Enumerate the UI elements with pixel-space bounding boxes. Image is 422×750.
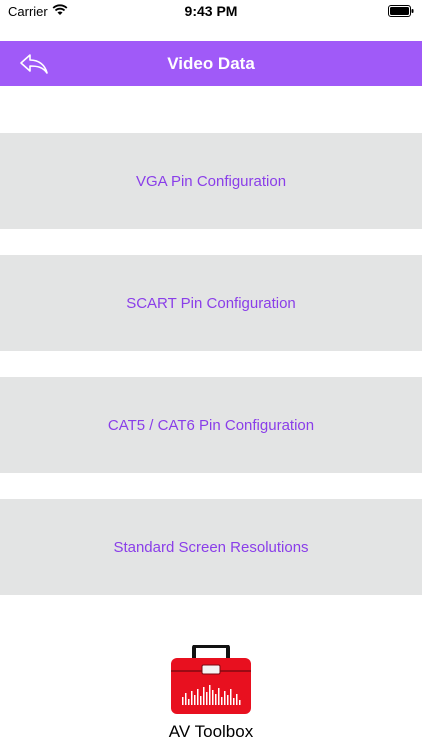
page-title: Video Data [167,54,255,73]
menu-item-label: SCART Pin Configuration [126,294,296,312]
battery-icon [388,5,414,17]
menu-item-scart-pin-configuration[interactable]: SCART Pin Configuration [0,255,422,351]
menu-item-vga-pin-configuration[interactable]: VGA Pin Configuration [0,133,422,229]
menu-item-label: VGA Pin Configuration [135,172,287,190]
navigation-bar: Video Data [0,41,422,86]
toolbox-icon [171,645,251,714]
menu-item-label: Standard Screen Resolutions [113,538,309,556]
menu-item-standard-screen-resolutions[interactable]: Standard Screen Resolutions [0,499,422,595]
status-time: 9:43 PM [184,3,238,19]
menu-item-label: CAT5 / CAT6 Pin Configuration [107,416,315,434]
app-name: AV Toolbox [168,722,254,741]
status-bar: Carrier 9:43 PM [0,0,422,22]
menu-item-cat5-cat6-pin-configuration[interactable]: CAT5 / CAT6 Pin Configuration [0,377,422,473]
